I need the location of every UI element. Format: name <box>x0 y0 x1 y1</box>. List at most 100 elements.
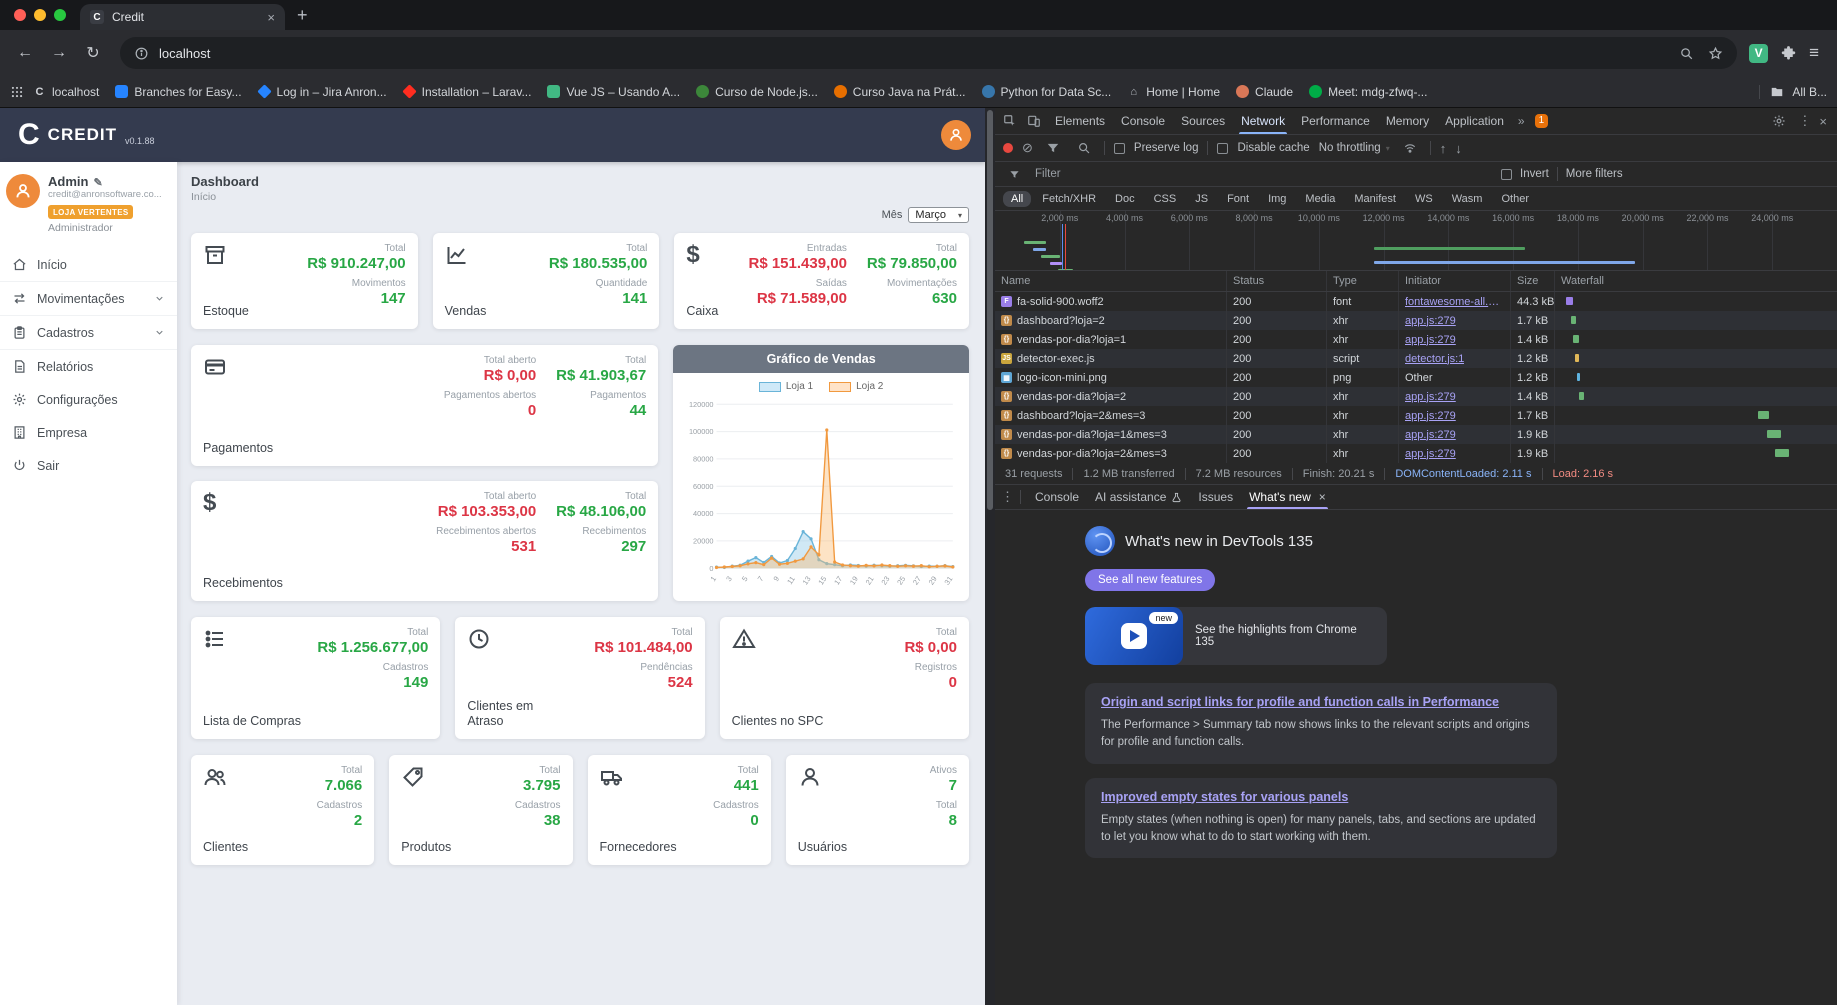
request-filter-chip-wasm[interactable]: Wasm <box>1444 191 1491 207</box>
apps-grid-icon[interactable] <box>10 85 24 99</box>
network-request-row[interactable]: JS detector-exec.js 200 script detector.js:1… <box>995 349 1837 368</box>
bookmark-star-icon[interactable] <box>1708 46 1723 61</box>
vue-devtools-extension-icon[interactable]: V <box>1749 43 1769 63</box>
sidebar-item-relatorios[interactable]: Relatórios <box>0 349 177 383</box>
all-bookmarks-button[interactable]: All B... <box>1759 84 1827 99</box>
devtools-tab-network[interactable]: Network <box>1233 108 1293 134</box>
initiator-link[interactable]: app.js:279 <box>1405 334 1456 346</box>
close-devtools-icon[interactable]: × <box>1819 114 1827 129</box>
scrollbar-thumb[interactable] <box>987 110 993 510</box>
initiator-link[interactable]: app.js:279 <box>1405 410 1456 422</box>
header-avatar-button[interactable] <box>941 120 971 150</box>
address-bar[interactable]: localhost <box>120 37 1738 69</box>
see-all-features-button[interactable]: See all new features <box>1085 569 1216 591</box>
forward-icon[interactable]: → <box>44 38 74 68</box>
error-count-badge[interactable]: 1 <box>1534 114 1549 128</box>
bookmark-item[interactable]: Meet: mdg-zfwq-... <box>1302 82 1434 102</box>
devtools-tab-memory[interactable]: Memory <box>1378 108 1437 134</box>
extensions-puzzle-icon[interactable] <box>1780 45 1797 62</box>
drawer-tab-issues[interactable]: Issues <box>1190 485 1241 509</box>
more-panels-button[interactable]: » <box>1514 114 1529 128</box>
throttling-select[interactable]: No throttling ▾ <box>1319 142 1390 154</box>
bookmark-item[interactable]: Claude <box>1229 82 1300 102</box>
record-network-log-button[interactable] <box>1003 143 1013 153</box>
devtools-tab-application[interactable]: Application <box>1437 108 1512 134</box>
request-filter-chip-all[interactable]: All <box>1003 190 1032 207</box>
request-filter-chip-fetch-xhr[interactable]: Fetch/XHR <box>1034 191 1104 207</box>
request-filter-chip-media[interactable]: Media <box>1297 191 1343 207</box>
settings-gear-icon[interactable] <box>1768 112 1790 130</box>
bookmark-item[interactable]: Installation – Larav... <box>396 82 539 102</box>
clear-network-log-icon[interactable]: ⊘ <box>1022 140 1033 156</box>
network-conditions-icon[interactable] <box>1399 139 1421 157</box>
initiator-link[interactable]: app.js:279 <box>1405 429 1456 441</box>
network-filter-input[interactable] <box>1033 167 1493 181</box>
initiator-link[interactable]: detector.js:1 <box>1405 353 1464 365</box>
sidebar-item-movimentacoes[interactable]: Movimentações <box>0 281 177 315</box>
edit-profile-icon[interactable]: ✎ <box>90 177 103 189</box>
request-filter-chip-ws[interactable]: WS <box>1407 191 1441 207</box>
highlights-card[interactable]: new See the highlights from Chrome 135 <box>1085 607 1387 665</box>
feature-link[interactable]: Origin and script links for profile and … <box>1101 695 1499 709</box>
initiator-link[interactable]: app.js:279 <box>1405 315 1456 327</box>
bookmark-item[interactable]: ⌂ Home | Home <box>1120 82 1227 102</box>
request-filter-chip-other[interactable]: Other <box>1493 191 1537 207</box>
bookmark-item[interactable]: Curso de Node.js... <box>689 82 825 102</box>
column-header-size[interactable]: Size <box>1511 271 1555 291</box>
sidebar-item-cadastros[interactable]: Cadastros <box>0 315 177 349</box>
request-filter-chip-doc[interactable]: Doc <box>1107 191 1143 207</box>
close-whats-new-icon[interactable]: × <box>1319 490 1326 504</box>
network-request-row[interactable]: ▦ logo-icon-mini.png 200 png Other 1.2 kB <box>995 368 1837 387</box>
column-header-waterfall[interactable]: Waterfall <box>1555 271 1837 291</box>
month-select[interactable]: Março ▾ <box>908 207 969 223</box>
preserve-log-checkbox[interactable] <box>1113 142 1125 154</box>
import-har-icon[interactable]: ↑ <box>1440 141 1447 156</box>
bookmark-item[interactable]: Clocalhost <box>26 82 106 102</box>
back-icon[interactable]: ← <box>10 38 40 68</box>
feature-link[interactable]: Improved empty states for various panels <box>1101 790 1348 804</box>
devtools-tab-performance[interactable]: Performance <box>1293 108 1378 134</box>
request-filter-chip-manifest[interactable]: Manifest <box>1346 191 1404 207</box>
network-request-row[interactable]: {} vendas-por-dia?loja=2&mes=3 200 xhr app.j… <box>995 444 1837 463</box>
tab-close-icon[interactable]: × <box>267 10 275 25</box>
column-header-status[interactable]: Status <box>1227 271 1327 291</box>
drawer-menu-icon[interactable]: ⋮ <box>1001 489 1014 505</box>
drawer-tab-ai-assistance[interactable]: AI assistance <box>1087 485 1190 509</box>
disable-cache-checkbox[interactable] <box>1217 142 1229 154</box>
sidebar-item-configuracoes[interactable]: Configurações <box>0 383 177 416</box>
device-toolbar-icon[interactable] <box>1023 112 1045 130</box>
column-header-initiator[interactable]: Initiator <box>1399 271 1511 291</box>
network-request-row[interactable]: {} dashboard?loja=2&mes=3 200 xhr app.js:279… <box>995 406 1837 425</box>
sidebar-item-inicio[interactable]: Início <box>0 248 177 281</box>
bookmark-item[interactable]: Log in – Jira Anron... <box>251 82 394 102</box>
network-request-row[interactable]: {} vendas-por-dia?loja=1&mes=3 200 xhr app.j… <box>995 425 1837 444</box>
initiator-link[interactable]: app.js:279 <box>1405 448 1456 460</box>
request-filter-chip-css[interactable]: CSS <box>1146 191 1185 207</box>
site-info-icon[interactable] <box>134 46 149 61</box>
devtools-tab-sources[interactable]: Sources <box>1173 108 1233 134</box>
invert-filter-checkbox[interactable] <box>1501 168 1512 180</box>
devtools-more-options-icon[interactable]: ⋮ <box>1798 113 1811 129</box>
inspect-element-icon[interactable] <box>999 112 1021 130</box>
column-header-name[interactable]: Name <box>995 271 1227 291</box>
network-overview-timeline[interactable]: 2,000 ms 4,000 ms 6,000 ms 8,000 ms 10,000 m… <box>995 211 1837 271</box>
request-filter-chip-font[interactable]: Font <box>1219 191 1257 207</box>
export-har-icon[interactable]: ↓ <box>1455 141 1462 156</box>
bookmark-item[interactable]: Python for Data Sc... <box>975 82 1119 102</box>
window-minimize-button[interactable] <box>34 9 46 21</box>
new-tab-button[interactable]: + <box>297 5 308 26</box>
sidebar-item-sair[interactable]: Sair <box>0 449 177 482</box>
bookmark-item[interactable]: Branches for Easy... <box>108 82 248 102</box>
request-filter-chip-js[interactable]: JS <box>1187 191 1216 207</box>
zoom-icon[interactable] <box>1679 46 1694 61</box>
request-filter-chip-img[interactable]: Img <box>1260 191 1294 207</box>
devtools-tab-console[interactable]: Console <box>1113 108 1173 134</box>
column-header-type[interactable]: Type <box>1327 271 1399 291</box>
drawer-tab-what-s-new[interactable]: What's new × <box>1241 485 1334 509</box>
reload-icon[interactable]: ↻ <box>78 38 108 68</box>
window-close-button[interactable] <box>14 9 26 21</box>
network-request-row[interactable]: Ffa-solid-900.woff2 200 font fontawesome-al… <box>995 292 1837 311</box>
more-filters-button[interactable]: More filters <box>1566 168 1623 180</box>
browser-menu-icon[interactable]: ≡ <box>1809 43 1819 63</box>
initiator-link[interactable]: fontawesome-all.css <box>1405 296 1504 308</box>
